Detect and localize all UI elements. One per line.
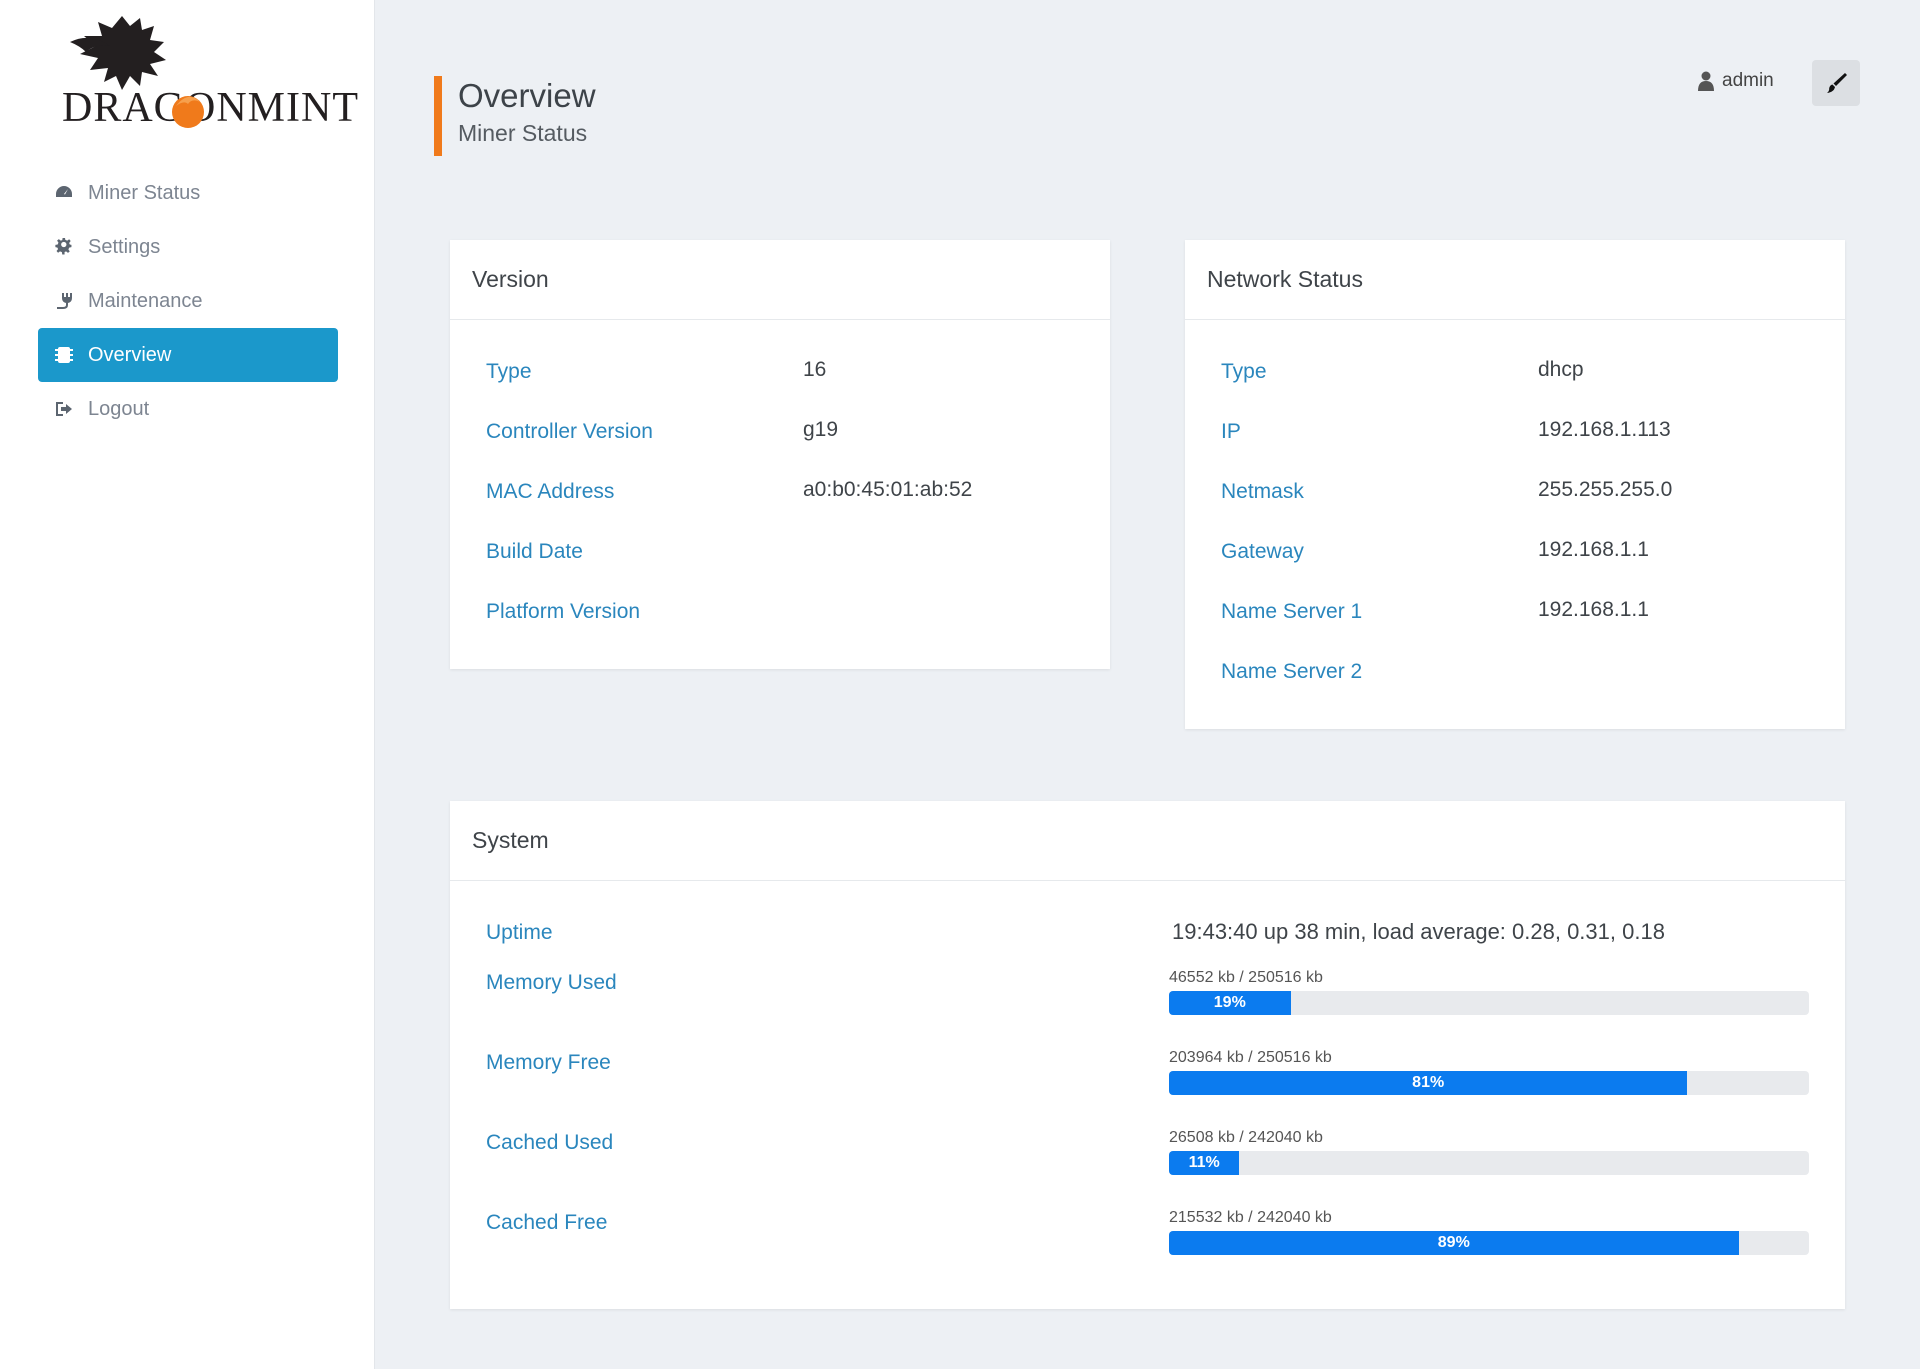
row-label: Memory Used [486,971,617,994]
row-value: 192.168.1.113 [1538,418,1671,441]
page-header: Overview Miner Status [434,76,596,156]
progress-track: 81% [1169,1071,1809,1095]
theme-button[interactable] [1812,60,1860,106]
page-subtitle: Miner Status [458,120,588,146]
row-value: 255.255.255.0 [1538,478,1673,501]
sidebar-item-logout[interactable]: Logout [38,382,338,436]
progress-fill: 89% [1169,1231,1739,1255]
row-value: a0:b0:45:01:ab:52 [803,478,973,501]
table-row: Gateway 192.168.1.1 [1221,528,1809,588]
gear-icon [52,235,76,259]
sidebar-item-settings[interactable]: Settings [38,220,338,274]
page-title: Overview [458,77,596,114]
flame-icon [172,96,204,128]
progress-fill: 11% [1169,1151,1240,1175]
table-row: Cached Used 26508 kb / 242040 kb 11% [486,1129,1809,1209]
card-title: Version [450,240,1110,320]
row-value: 192.168.1.1 [1538,598,1649,621]
row-label: Gateway [1221,540,1304,563]
table-row: Build Date [486,528,1074,588]
uptime-value: 19:43:40 up 38 min, load average: 0.28, … [1172,919,1665,944]
dragonmint-logo[interactable]: DRAGONMINT [50,12,358,132]
table-row: Memory Free 203964 kb / 250516 kb 81% [486,1049,1809,1129]
card-title: System [450,801,1845,881]
paintbrush-icon [1827,73,1847,93]
network-table: Type dhcp IP 192.168.1.113 Netmask 255.2… [1185,320,1845,708]
table-row: Name Server 1 192.168.1.1 [1221,588,1809,648]
row-label: Build Date [486,540,583,563]
row-label: Cached Used [486,1131,614,1154]
version-card: Version Type 16 Controller Version g19 M… [450,240,1110,669]
row-label: Type [1221,360,1267,383]
row-label: Netmask [1221,480,1304,503]
system-card: System Uptime 19:43:40 up 38 min, load a… [450,801,1845,1309]
sidebar: DRAGONMINT Miner Status Settings Mainten… [0,0,375,1369]
progress-track: 89% [1169,1231,1809,1255]
progress-fill: 19% [1169,991,1291,1015]
table-row: Type dhcp [1221,348,1809,408]
system-table: Uptime 19:43:40 up 38 min, load average:… [450,881,1845,1289]
progress-track: 19% [1169,991,1809,1015]
cached-used-meter: 26508 kb / 242040 kb 11% [1169,1129,1809,1209]
table-row: Memory Used 46552 kb / 250516 kb 19% [486,969,1809,1049]
card-title: Network Status [1185,240,1845,320]
row-label: IP [1221,420,1241,443]
row-label: Type [486,360,532,383]
row-value: dhcp [1538,358,1584,381]
sidebar-item-label: Overview [88,343,172,366]
logo-wordmark: DRAGONMINT [62,85,359,131]
row-label: Uptime [486,921,553,944]
network-status-card: Network Status Type dhcp IP 192.168.1.11… [1185,240,1845,729]
table-row: Name Server 2 [1221,648,1809,708]
table-row: Controller Version g19 [486,408,1074,468]
sidebar-item-label: Maintenance [88,289,203,312]
version-table: Type 16 Controller Version g19 MAC Addre… [450,320,1110,648]
username: admin [1722,70,1774,91]
user-menu[interactable]: admin [1698,70,1774,92]
table-row: Uptime 19:43:40 up 38 min, load average:… [486,909,1809,969]
progress-fill: 81% [1169,1071,1688,1095]
table-row: IP 192.168.1.113 [1221,408,1809,468]
row-label: Name Server 2 [1221,660,1363,683]
row-label: MAC Address [486,480,615,503]
row-label: Memory Free [486,1051,611,1074]
table-row: Netmask 255.255.255.0 [1221,468,1809,528]
table-row: Platform Version [486,588,1074,648]
user-icon [1698,71,1714,91]
row-label: Name Server 1 [1221,600,1363,623]
sidebar-item-miner-status[interactable]: Miner Status [38,166,338,220]
meter-text: 203964 kb / 250516 kb [1169,1049,1332,1066]
chip-icon [52,343,76,367]
meter-text: 215532 kb / 242040 kb [1169,1209,1332,1226]
row-value: 192.168.1.1 [1538,538,1649,561]
row-value: 16 [803,358,827,381]
row-value: g19 [803,418,839,441]
dragon-icon [70,16,166,90]
sidebar-item-maintenance[interactable]: Maintenance [38,274,338,328]
row-label: Controller Version [486,420,653,443]
dashboard-icon [52,181,76,205]
sidebar-item-overview[interactable]: Overview [38,328,338,382]
sidebar-item-label: Logout [88,397,150,420]
memory-used-meter: 46552 kb / 250516 kb 19% [1169,969,1809,1049]
row-label: Cached Free [486,1211,608,1234]
row-label: Platform Version [486,600,641,623]
sign-out-icon [52,397,76,421]
sidebar-nav: Miner Status Settings Maintenance Overvi… [38,166,338,436]
meter-text: 46552 kb / 250516 kb [1169,969,1323,986]
cached-free-meter: 215532 kb / 242040 kb 89% [1169,1209,1809,1289]
table-row: MAC Address a0:b0:45:01:ab:52 [486,468,1074,528]
progress-track: 11% [1169,1151,1809,1175]
table-row: Type 16 [486,348,1074,408]
meter-text: 26508 kb / 242040 kb [1169,1129,1323,1146]
memory-free-meter: 203964 kb / 250516 kb 81% [1169,1049,1809,1129]
sidebar-item-label: Settings [88,235,161,258]
table-row: Cached Free 215532 kb / 242040 kb 89% [486,1209,1809,1289]
sidebar-item-label: Miner Status [88,181,201,204]
plug-icon [52,289,76,313]
